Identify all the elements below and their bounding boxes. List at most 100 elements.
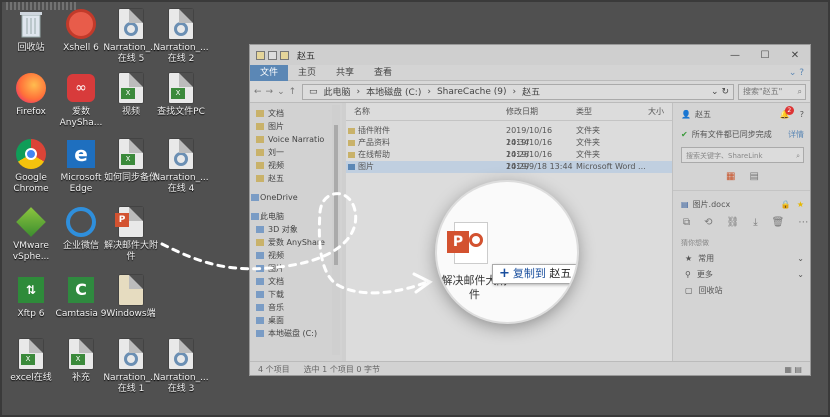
computer-icon: ▭ [309, 86, 318, 97]
copy-destination: 赵五 [549, 267, 572, 280]
selected-file-name: 图片.docx [692, 199, 731, 209]
document-icon [169, 9, 193, 39]
document-icon: X [119, 73, 143, 103]
nav-item[interactable]: 本地磁盘 (C:) [250, 327, 342, 340]
star-icon: ★ [685, 253, 693, 263]
nav-item[interactable]: 3D 对象 [250, 223, 342, 236]
nav-item[interactable]: 爱数 AnyShare [250, 236, 342, 249]
view-toggle-icon[interactable]: ▦ ▤ [784, 365, 802, 374]
desktop-icon-narration-2[interactable]: Narration_... 在线 2 [152, 8, 210, 65]
document-icon: X [119, 139, 143, 169]
breadcrumb-0[interactable]: 此电脑 [324, 85, 351, 98]
navigation-pane[interactable]: 文档 图片 Voice Narratio 刘一 视频 赵五 OneDrive 此… [250, 103, 342, 361]
help-icon[interactable]: ⌄ ? [789, 68, 804, 78]
quick-access-toolbar[interactable] [256, 50, 289, 60]
minimize-button[interactable]: — [720, 50, 750, 61]
nav-item[interactable]: 图片 [250, 120, 342, 133]
new-folder-icon[interactable] [280, 50, 289, 60]
nav-item[interactable]: 视频 [250, 249, 342, 262]
tab-home[interactable]: 主页 [288, 65, 326, 81]
address-bar[interactable]: ▭ 此电脑 › 本地磁盘 (C:) › ShareCache (9) › 赵五 ⌄ ↻ [302, 83, 734, 100]
document-icon: X [19, 339, 43, 369]
nav-item[interactable]: 刘一 [250, 146, 342, 159]
file-row[interactable]: 在线帮助 2019/10/16 14:29 文件夹 [346, 149, 672, 171]
chrome-icon [16, 139, 46, 169]
panel-item-common[interactable]: ★ 常用 ⌄ [673, 250, 810, 266]
nav-item-onedrive[interactable]: OneDrive [250, 191, 342, 204]
wework-icon [66, 207, 96, 237]
trash-icon: ▢ [685, 285, 693, 295]
nav-item[interactable]: 桌面 [250, 314, 342, 327]
nav-item[interactable]: 下载 [250, 288, 342, 301]
nav-item[interactable]: 音乐 [250, 301, 342, 314]
nav-buttons[interactable]: ←→⌄↑ [254, 87, 298, 97]
nav-scrollbar[interactable] [332, 105, 340, 355]
star-icon[interactable]: ★ [797, 200, 804, 209]
refresh-icon[interactable]: ⌄ ↻ [711, 87, 729, 97]
file-list-header: 名称 修改日期 类型 大小 [346, 103, 672, 121]
column-name[interactable]: 名称 [346, 103, 506, 120]
more-icon[interactable]: ⋯ [798, 217, 808, 228]
panel-search-input[interactable]: 搜索关键字、ShareLink ⌕ [681, 147, 804, 163]
lock-icon[interactable]: 🔒 [781, 200, 791, 209]
breadcrumb-2[interactable]: ShareCache (9) [437, 87, 507, 97]
vmware-icon [16, 207, 46, 237]
help-icon[interactable]: ? [800, 110, 804, 119]
desktop-icon-windows[interactable]: Windows端 [102, 274, 160, 320]
file-row-selected[interactable]: 图片 2019/9/18 13:44 Microsoft Word ... [346, 161, 672, 173]
desktop-icon-label: Narration_... 在线 2 [153, 43, 209, 64]
status-bar: 4 个项目 选中 1 个项目 0 字节 ▦ ▤ [250, 361, 810, 375]
file-row[interactable]: 产品资料 2019/10/16 14:28 文件夹 [346, 137, 672, 159]
nav-item[interactable]: 视频 [250, 159, 342, 172]
desktop-icon-narration-4[interactable]: Narration_... 在线 4 [152, 138, 210, 195]
copy-icon[interactable]: ⧉ [683, 217, 690, 228]
detail-link[interactable]: 详情 [788, 129, 804, 140]
desktop-icon-find-pc[interactable]: X 查找文件PC [152, 72, 210, 118]
properties-icon[interactable] [268, 50, 277, 60]
magnifier-callout: P 解决邮件大附 件 + 复制到 赵五 [437, 182, 577, 322]
xshell-icon [66, 9, 96, 39]
document-icon [169, 339, 193, 369]
desktop-icon-mail-attachment[interactable]: P 解决邮件大附 件 [102, 206, 160, 263]
tab-view[interactable]: 查看 [364, 65, 402, 81]
column-type[interactable]: 类型 [576, 103, 648, 120]
anyshare-side-panel: 👤 赵五 🔔 2 ? ✔ 所有文件都已同步完成 详情 搜索关键字、ShareLin… [672, 103, 810, 361]
panel-user: 赵五 [694, 109, 711, 119]
chevron-down-icon: ⌄ [797, 269, 804, 279]
panel-item-recycle[interactable]: ▢ 回收站 [673, 282, 810, 298]
nav-item[interactable]: 文档 [250, 275, 342, 288]
check-icon: ✔ [681, 129, 688, 139]
link-icon[interactable]: ⛓ [727, 217, 740, 228]
share-icon[interactable]: ⟲ [704, 217, 712, 228]
nav-item[interactable]: 图片 [250, 262, 342, 275]
powerpoint-icon: P [115, 207, 143, 237]
column-date[interactable]: 修改日期 [506, 103, 576, 120]
title-bar[interactable]: 赵五 — ☐ ✕ [250, 45, 810, 65]
panel-item-more[interactable]: ⚲ 更多 ⌄ [673, 266, 810, 282]
file-row[interactable]: 插件附件 2019/10/16 14:34 文件夹 [346, 125, 672, 147]
tab-file[interactable]: 文件 [250, 64, 289, 81]
notification-icon[interactable]: 🔔 2 [780, 105, 794, 119]
search-input[interactable]: 搜索"赵五" ⌕ [738, 83, 806, 100]
breadcrumb-3[interactable]: 赵五 [522, 85, 540, 98]
download-icon[interactable]: ⤓ [753, 217, 757, 228]
nav-item[interactable]: 文档 [250, 107, 342, 120]
panel-section-title: 猜你想做 [681, 239, 709, 247]
maximize-button[interactable]: ☐ [750, 50, 780, 61]
close-button[interactable]: ✕ [780, 50, 810, 61]
calendar-icon[interactable]: ▤ [750, 171, 759, 182]
xftp-icon: ⇅ [18, 277, 44, 303]
grid-icon[interactable]: ▦ [726, 171, 735, 182]
nav-item-this-pc[interactable]: 此电脑 [250, 210, 342, 223]
word-file-icon: ▤ [681, 199, 689, 209]
document-icon: X [169, 73, 193, 103]
nav-item[interactable]: 赵五 [250, 172, 342, 185]
desktop-icon-label: 解决邮件大附 件 [103, 241, 158, 262]
breadcrumb-1[interactable]: 本地磁盘 (C:) [366, 85, 421, 98]
delete-icon[interactable]: 🗑 [772, 217, 785, 228]
tab-share[interactable]: 共享 [326, 65, 364, 81]
document-icon [119, 339, 143, 369]
column-size[interactable]: 大小 [648, 103, 672, 120]
desktop-icon-narration-3[interactable]: Narration_... 在线 3 [152, 338, 210, 395]
nav-item[interactable]: Voice Narratio [250, 133, 342, 146]
